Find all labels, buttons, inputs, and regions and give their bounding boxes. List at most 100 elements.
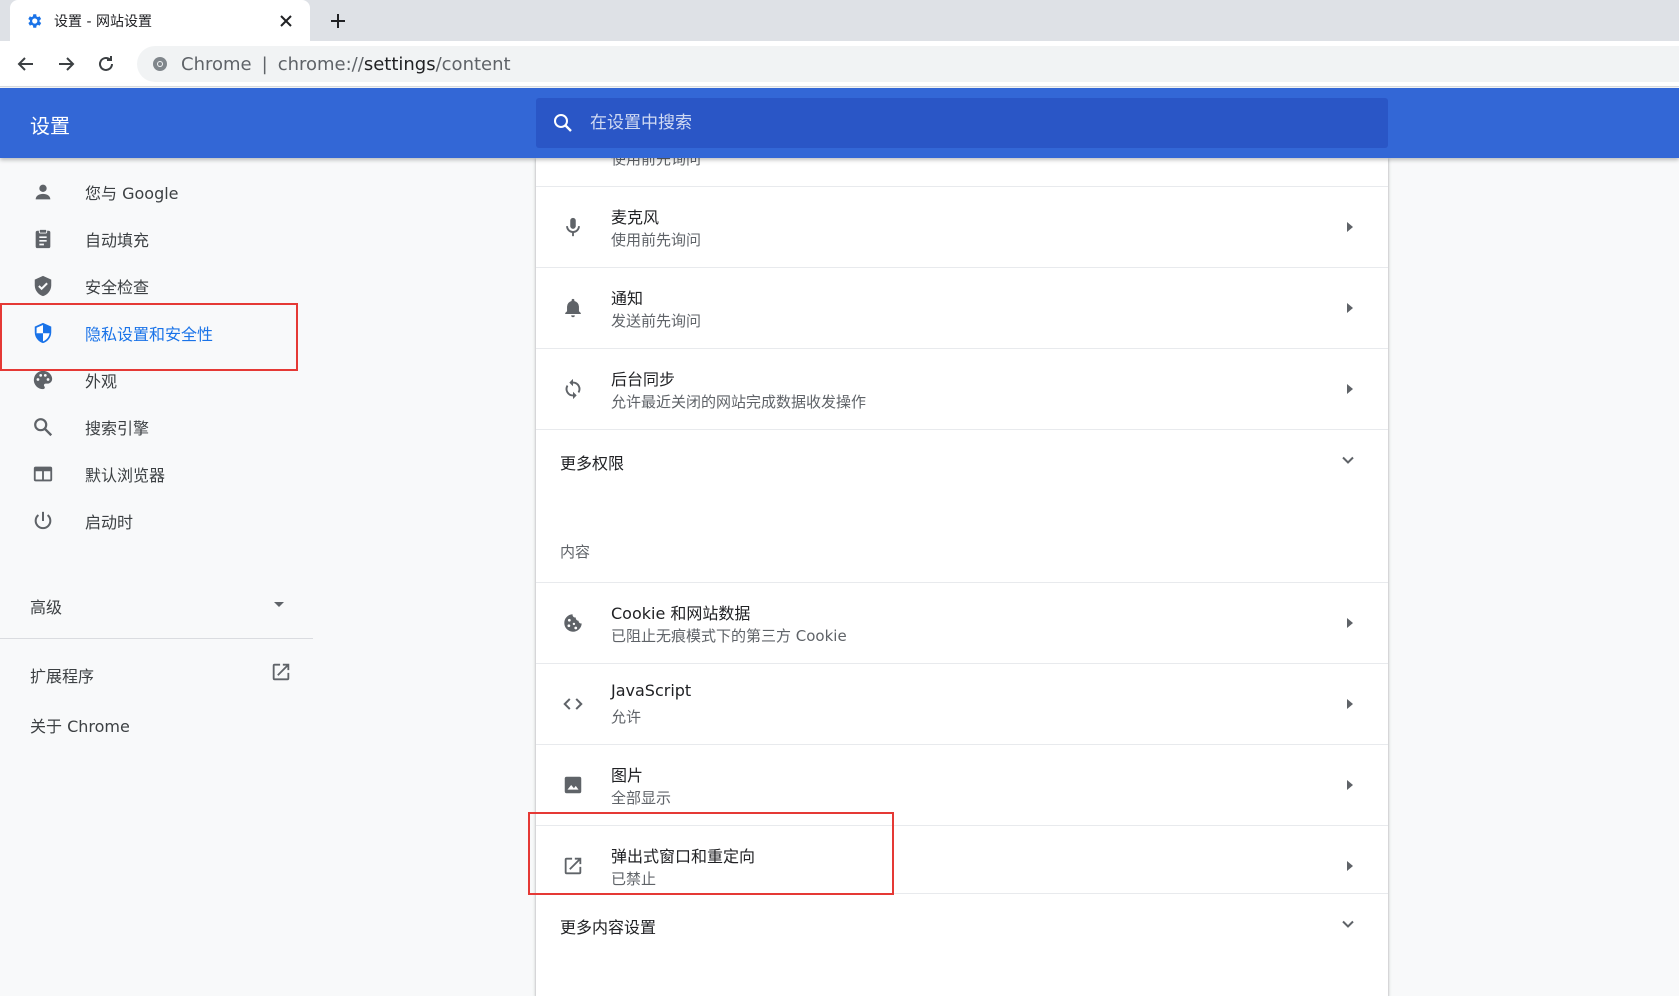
more-content-settings-toggle[interactable]: 更多内容设置 xyxy=(536,893,1388,953)
url-text: chrome://settings/content xyxy=(278,54,511,75)
row-title: 弹出式窗口和重定向 xyxy=(611,847,756,866)
url-path: /content xyxy=(435,53,511,75)
tab-settings[interactable]: 设置 - 网站设置 xyxy=(10,0,310,41)
row-subtitle: 全部显示 xyxy=(611,789,672,807)
row-subtitle: 允许 xyxy=(611,708,642,726)
row-background-sync[interactable]: 后台同步 允许最近关闭的网站完成数据收发操作 xyxy=(536,348,1388,429)
browser-window-icon xyxy=(30,461,56,487)
popup-icon xyxy=(560,853,586,879)
site-settings-card: 使用前先询问 麦克风 使用前先询问 通知 发送前先询问 后台同步 允许最近关闭的… xyxy=(536,158,1388,996)
close-tab-icon[interactable] xyxy=(276,11,296,31)
url-scheme: chrome:// xyxy=(277,53,364,75)
row-title: JavaScript xyxy=(611,681,692,700)
palette-icon xyxy=(30,367,56,393)
shield-privacy-icon xyxy=(30,320,56,346)
gear-icon xyxy=(24,11,44,31)
sidebar-item-about-chrome[interactable]: 关于 Chrome xyxy=(0,699,300,747)
sidebar-item-extensions[interactable]: 扩展程序 xyxy=(0,649,300,697)
address-separator: | xyxy=(261,53,268,75)
sync-icon xyxy=(560,376,586,402)
person-icon xyxy=(30,179,56,205)
row-title: Cookie 和网站数据 xyxy=(611,604,751,623)
code-icon xyxy=(560,691,586,717)
arrow-right-icon xyxy=(1343,778,1357,792)
address-bar[interactable]: Chrome | chrome://settings/content xyxy=(137,46,1679,82)
sidebar-item-you-and-google[interactable]: 您与 Google xyxy=(0,168,300,216)
sidebar-item-appearance[interactable]: 外观 xyxy=(0,356,300,404)
sidebar-item-default-browser[interactable]: 默认浏览器 xyxy=(0,450,300,498)
settings-search[interactable] xyxy=(536,98,1388,148)
bell-icon xyxy=(560,295,586,321)
settings-header: 设置 xyxy=(0,88,1679,158)
extensions-label: 扩展程序 xyxy=(30,667,95,686)
row-title: 麦克风 xyxy=(611,208,660,227)
sidebar-item-label: 搜索引擎 xyxy=(85,419,150,438)
row-notifications[interactable]: 通知 发送前先询问 xyxy=(536,267,1388,348)
row-title: 后台同步 xyxy=(611,370,676,389)
cut-off-subtitle: 使用前先询问 xyxy=(611,158,702,168)
more-permissions-label: 更多权限 xyxy=(560,454,625,473)
row-javascript[interactable]: JavaScript 允许 xyxy=(536,663,1388,744)
row-title: 图片 xyxy=(611,766,644,785)
sidebar-item-safety-check[interactable]: 安全检查 xyxy=(0,262,300,310)
more-permissions-toggle[interactable]: 更多权限 xyxy=(536,429,1388,489)
section-title-content: 内容 xyxy=(560,543,591,561)
more-content-settings-label: 更多内容设置 xyxy=(560,918,657,937)
row-subtitle: 已禁止 xyxy=(611,870,657,888)
arrow-right-icon xyxy=(1343,382,1357,396)
sidebar-item-label: 自动填充 xyxy=(85,231,150,250)
reload-button[interactable] xyxy=(92,50,120,78)
tab-title: 设置 - 网站设置 xyxy=(54,13,152,30)
row-subtitle: 发送前先询问 xyxy=(611,312,702,330)
about-chrome-label: 关于 Chrome xyxy=(30,717,130,736)
power-icon xyxy=(30,508,56,534)
sidebar-advanced-toggle[interactable]: 高级 xyxy=(0,580,300,628)
microphone-icon xyxy=(560,214,586,240)
sidebar-item-search-engine[interactable]: 搜索引擎 xyxy=(0,403,300,451)
chevron-down-icon xyxy=(1340,916,1356,936)
arrow-right-icon xyxy=(1343,697,1357,711)
arrow-right-icon xyxy=(1343,220,1357,234)
new-tab-button[interactable] xyxy=(325,8,351,34)
forward-button[interactable] xyxy=(52,50,80,78)
image-icon xyxy=(560,772,586,798)
row-cookies[interactable]: Cookie 和网站数据 已阻止无痕模式下的第三方 Cookie xyxy=(536,582,1388,663)
chrome-logo-icon xyxy=(151,55,169,73)
row-subtitle: 使用前先询问 xyxy=(611,231,702,249)
url-host: settings xyxy=(363,53,436,75)
row-subtitle: 已阻止无痕模式下的第三方 Cookie xyxy=(611,627,847,645)
tab-strip: 设置 - 网站设置 xyxy=(0,0,1679,41)
back-button[interactable] xyxy=(12,50,40,78)
sidebar-item-privacy-security[interactable]: 隐私设置和安全性 xyxy=(0,309,300,357)
sidebar-item-label: 隐私设置和安全性 xyxy=(85,325,214,344)
shield-check-icon xyxy=(30,273,56,299)
search-icon xyxy=(30,414,56,440)
arrow-right-icon xyxy=(1343,616,1357,630)
row-microphone[interactable]: 麦克风 使用前先询问 xyxy=(536,186,1388,267)
browser-toolbar: Chrome | chrome://settings/content xyxy=(0,41,1679,87)
site-chip: Chrome xyxy=(181,53,252,75)
sidebar-item-label: 启动时 xyxy=(85,513,134,532)
caret-down-icon xyxy=(272,596,286,615)
open-in-new-icon xyxy=(270,661,292,687)
row-title: 通知 xyxy=(611,289,644,308)
chevron-down-icon xyxy=(1340,452,1356,472)
sidebar-item-label: 外观 xyxy=(85,372,118,391)
advanced-label: 高级 xyxy=(30,598,63,617)
sidebar-divider xyxy=(0,638,313,639)
row-images[interactable]: 图片 全部显示 xyxy=(536,744,1388,825)
sidebar: 您与 Google 自动填充 安全检查 隐私设置和安全性 外观 搜索引擎 默认浏… xyxy=(0,158,315,996)
search-input[interactable] xyxy=(590,113,1350,133)
clipboard-icon xyxy=(30,226,56,252)
arrow-right-icon xyxy=(1343,859,1357,873)
search-icon xyxy=(552,112,574,134)
sidebar-item-label: 默认浏览器 xyxy=(85,466,166,485)
sidebar-item-on-startup[interactable]: 启动时 xyxy=(0,497,300,545)
arrow-right-icon xyxy=(1343,301,1357,315)
page-title: 设置 xyxy=(30,114,70,138)
sidebar-item-autofill[interactable]: 自动填充 xyxy=(0,215,300,263)
sidebar-item-label: 安全检查 xyxy=(85,278,150,297)
row-subtitle: 允许最近关闭的网站完成数据收发操作 xyxy=(611,393,867,411)
sidebar-item-label: 您与 Google xyxy=(85,184,179,203)
cookie-icon xyxy=(560,610,586,636)
